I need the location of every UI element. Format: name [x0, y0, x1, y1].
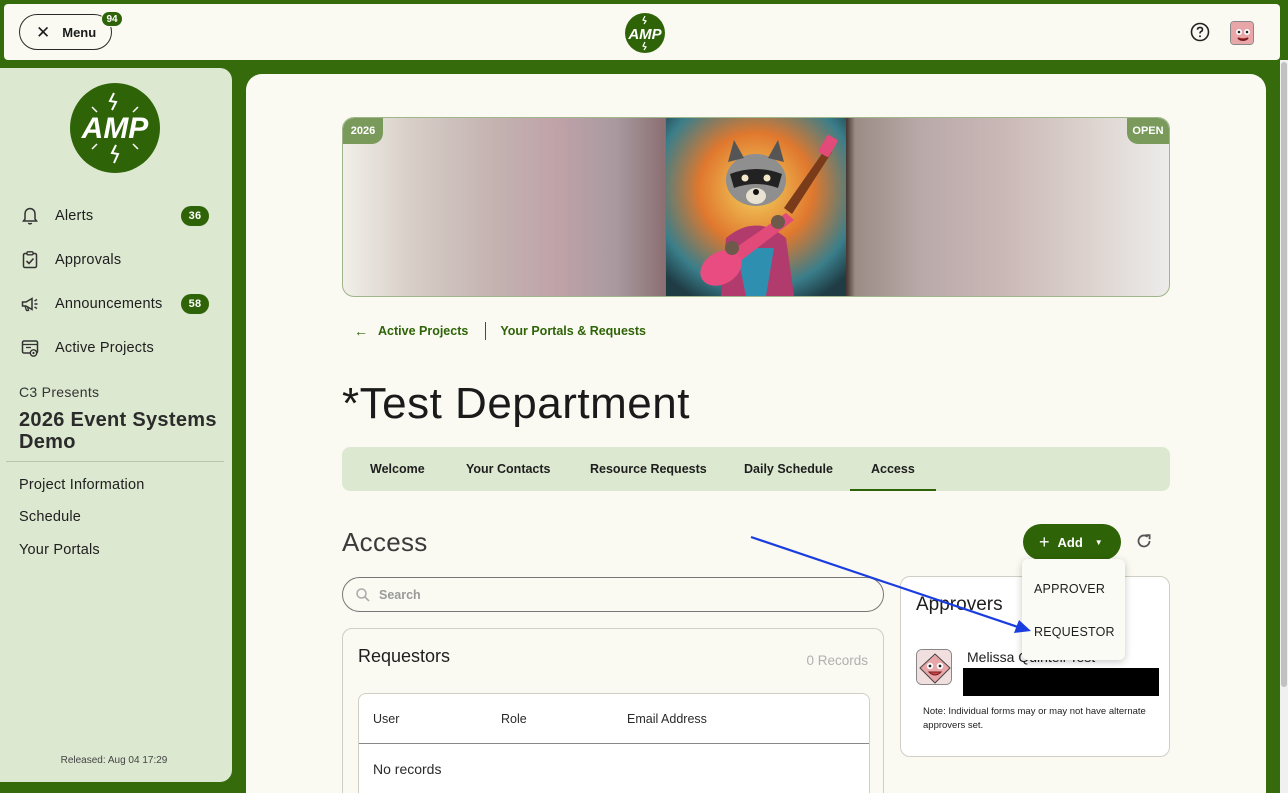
year-tag: 2026 — [343, 118, 383, 144]
release-info: Released: Aug 04 17:29 — [60, 755, 168, 766]
sidebar-item-label: Alerts — [55, 208, 94, 224]
clipboard-check-icon — [22, 251, 38, 269]
sidebar-link-schedule[interactable]: Schedule — [19, 509, 81, 525]
menu-item-requestor[interactable]: REQUESTOR — [1034, 625, 1115, 639]
amp-logo-icon: AMP — [70, 83, 160, 173]
requestors-card: Requestors 0 Records User Role Email Add… — [342, 628, 884, 793]
sidebar-item-approvals[interactable]: Approvals — [20, 246, 220, 274]
tab-bar: Welcome Your Contacts Resource Requests … — [342, 447, 1170, 491]
svg-text:AMP: AMP — [627, 26, 662, 43]
sidebar-item-alerts[interactable]: Alerts 36 — [20, 202, 220, 230]
tab-resource-requests[interactable]: Resource Requests — [590, 447, 707, 491]
breadcrumb: ← Active Projects Your Portals & Request… — [354, 321, 646, 341]
page-title: *Test Department — [342, 379, 690, 428]
records-count: 0 Records — [806, 653, 868, 668]
sidebar: AMP Alerts 36 Approvals Announcements 58… — [0, 68, 232, 782]
search-input[interactable] — [379, 587, 859, 602]
project-banner: 2026 OPEN — [342, 117, 1170, 297]
table-header-divider — [359, 743, 869, 744]
requestors-table: User Role Email Address No records — [358, 693, 870, 793]
sidebar-item-announcements[interactable]: Announcements 58 — [20, 290, 220, 318]
approvers-note: Note: Individual forms may or may not ha… — [923, 706, 1146, 731]
add-dropdown-menu: APPROVER REQUESTOR — [1022, 559, 1125, 660]
main-content: 2026 OPEN ← Active Projects Your Portals… — [246, 74, 1266, 793]
menu-badge: 94 — [101, 11, 123, 27]
page-scrollbar[interactable] — [1280, 60, 1288, 793]
tab-daily-schedule[interactable]: Daily Schedule — [744, 447, 833, 491]
breadcrumb-active-projects[interactable]: Active Projects — [378, 324, 468, 338]
breadcrumb-separator — [485, 322, 487, 340]
sidebar-item-label: Approvals — [55, 252, 122, 268]
arrow-left-icon[interactable]: ← — [354, 323, 368, 339]
amp-logo-icon[interactable]: AMP — [624, 12, 666, 54]
project-presenter: C3 Presents — [19, 384, 100, 400]
status-badge: OPEN — [1127, 118, 1169, 144]
alerts-count-badge: 36 — [181, 206, 209, 226]
megaphone-icon — [21, 297, 38, 312]
avatar — [916, 649, 952, 685]
redacted-block — [963, 668, 1159, 696]
tab-welcome[interactable]: Welcome — [370, 447, 425, 491]
menu-button[interactable]: ✕ Menu — [19, 14, 112, 50]
column-header-user[interactable]: User — [373, 712, 399, 726]
menu-item-approver[interactable]: APPROVER — [1034, 582, 1105, 596]
approvers-title: Approvers — [916, 594, 1003, 615]
help-icon[interactable] — [1190, 22, 1210, 42]
search-field — [342, 577, 884, 612]
sidebar-divider — [6, 461, 224, 462]
raccoon-guitar-image — [666, 118, 846, 296]
sidebar-item-active-projects[interactable]: Active Projects — [20, 334, 220, 362]
projects-icon — [21, 340, 39, 357]
section-title: Access — [342, 527, 428, 557]
breadcrumb-your-portals[interactable]: Your Portals & Requests — [500, 324, 646, 338]
refresh-icon[interactable] — [1134, 531, 1154, 551]
caret-down-icon: ▼ — [1094, 537, 1103, 547]
add-button[interactable]: + Add ▼ — [1023, 524, 1121, 560]
sidebar-item-label: Announcements — [55, 296, 163, 312]
menu-label: Menu — [62, 24, 97, 40]
plus-icon: + — [1039, 532, 1050, 552]
requestors-title: Requestors — [358, 646, 451, 666]
sidebar-link-your-portals[interactable]: Your Portals — [19, 542, 100, 558]
announcements-count-badge: 58 — [181, 294, 209, 314]
top-bar: ✕ Menu 94 AMP — [4, 4, 1280, 60]
empty-state: No records — [373, 761, 442, 777]
bell-icon — [22, 207, 38, 225]
user-avatar[interactable] — [1230, 21, 1254, 45]
close-icon: ✕ — [36, 22, 51, 42]
tab-your-contacts[interactable]: Your Contacts — [466, 447, 551, 491]
sidebar-link-project-information[interactable]: Project Information — [19, 477, 145, 493]
svg-text:AMP: AMP — [81, 112, 150, 145]
column-header-role[interactable]: Role — [501, 712, 527, 726]
column-header-email[interactable]: Email Address — [627, 712, 707, 726]
search-icon — [356, 587, 370, 602]
project-title: 2026 Event Systems Demo — [19, 409, 217, 453]
tab-access[interactable]: Access — [850, 447, 936, 491]
sidebar-item-label: Active Projects — [55, 340, 154, 356]
add-label: Add — [1057, 534, 1083, 550]
